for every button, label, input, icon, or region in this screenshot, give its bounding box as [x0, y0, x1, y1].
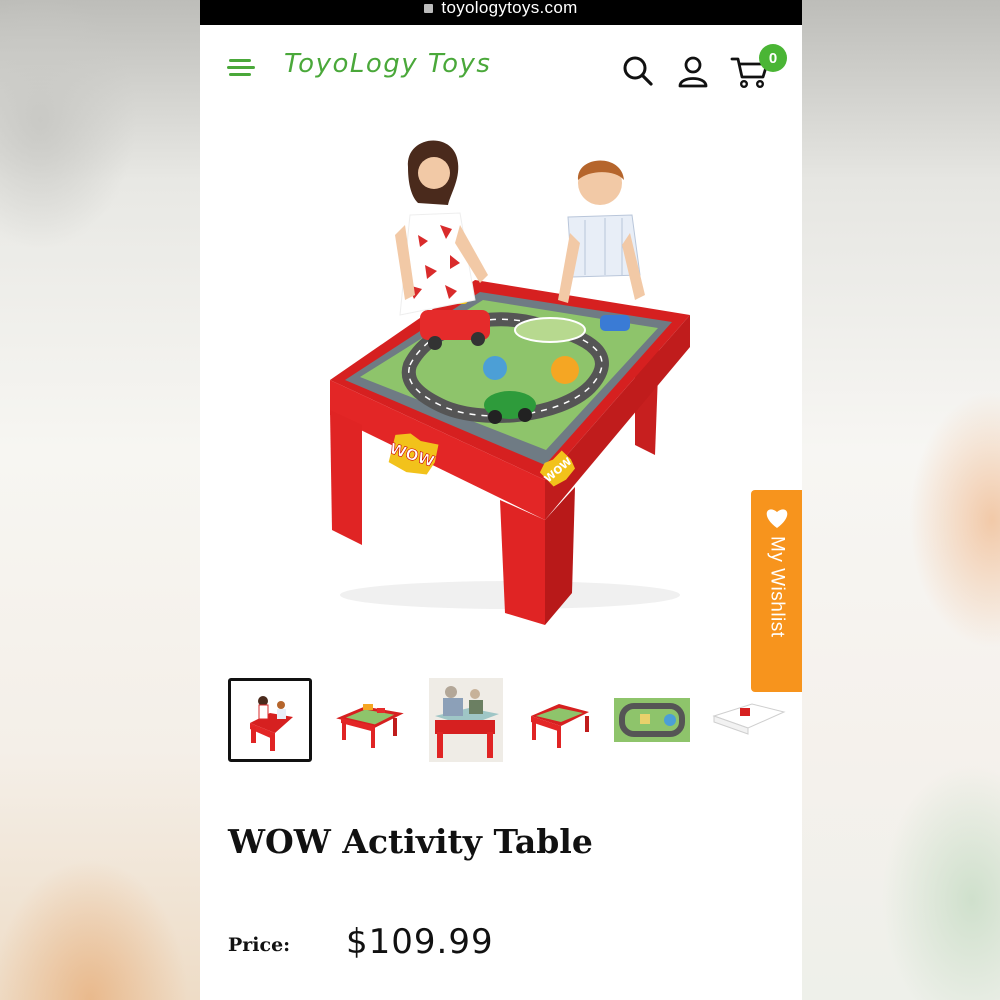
heart-icon [766, 509, 787, 528]
price-label: Price: [228, 934, 291, 956]
thumbnail-1[interactable] [228, 678, 312, 762]
mobile-page: toyologytoys.com ToyoLogy Toys 0 WOW WOW… [200, 0, 802, 1000]
menu-icon[interactable] [227, 55, 257, 81]
lock-icon [424, 4, 434, 13]
thumbnail-3[interactable] [424, 678, 508, 762]
brand-logo[interactable]: ToyoLogy Toys [284, 49, 491, 79]
search-icon[interactable] [620, 53, 656, 89]
thumbnail-2[interactable] [328, 678, 412, 762]
thumbnail-strip [228, 678, 798, 768]
blurred-background-left [0, 0, 200, 1000]
wishlist-tab[interactable]: My Wishlist [751, 490, 802, 692]
browser-url-bar[interactable]: toyologytoys.com [200, 0, 802, 25]
thumbnail-5[interactable] [610, 678, 694, 762]
url-text: toyologytoys.com [441, 0, 578, 17]
product-title: WOW Activity Table [228, 822, 593, 861]
wishlist-label: My Wishlist [766, 536, 788, 638]
account-icon[interactable] [675, 53, 711, 89]
blurred-background-right [802, 0, 1000, 1000]
product-main-image[interactable]: WOW WOW [300, 125, 720, 635]
site-header: ToyoLogy Toys 0 [200, 25, 802, 115]
price-value: $109.99 [346, 922, 494, 962]
cart-count-badge[interactable]: 0 [759, 44, 787, 72]
thumbnail-4[interactable] [518, 678, 602, 762]
